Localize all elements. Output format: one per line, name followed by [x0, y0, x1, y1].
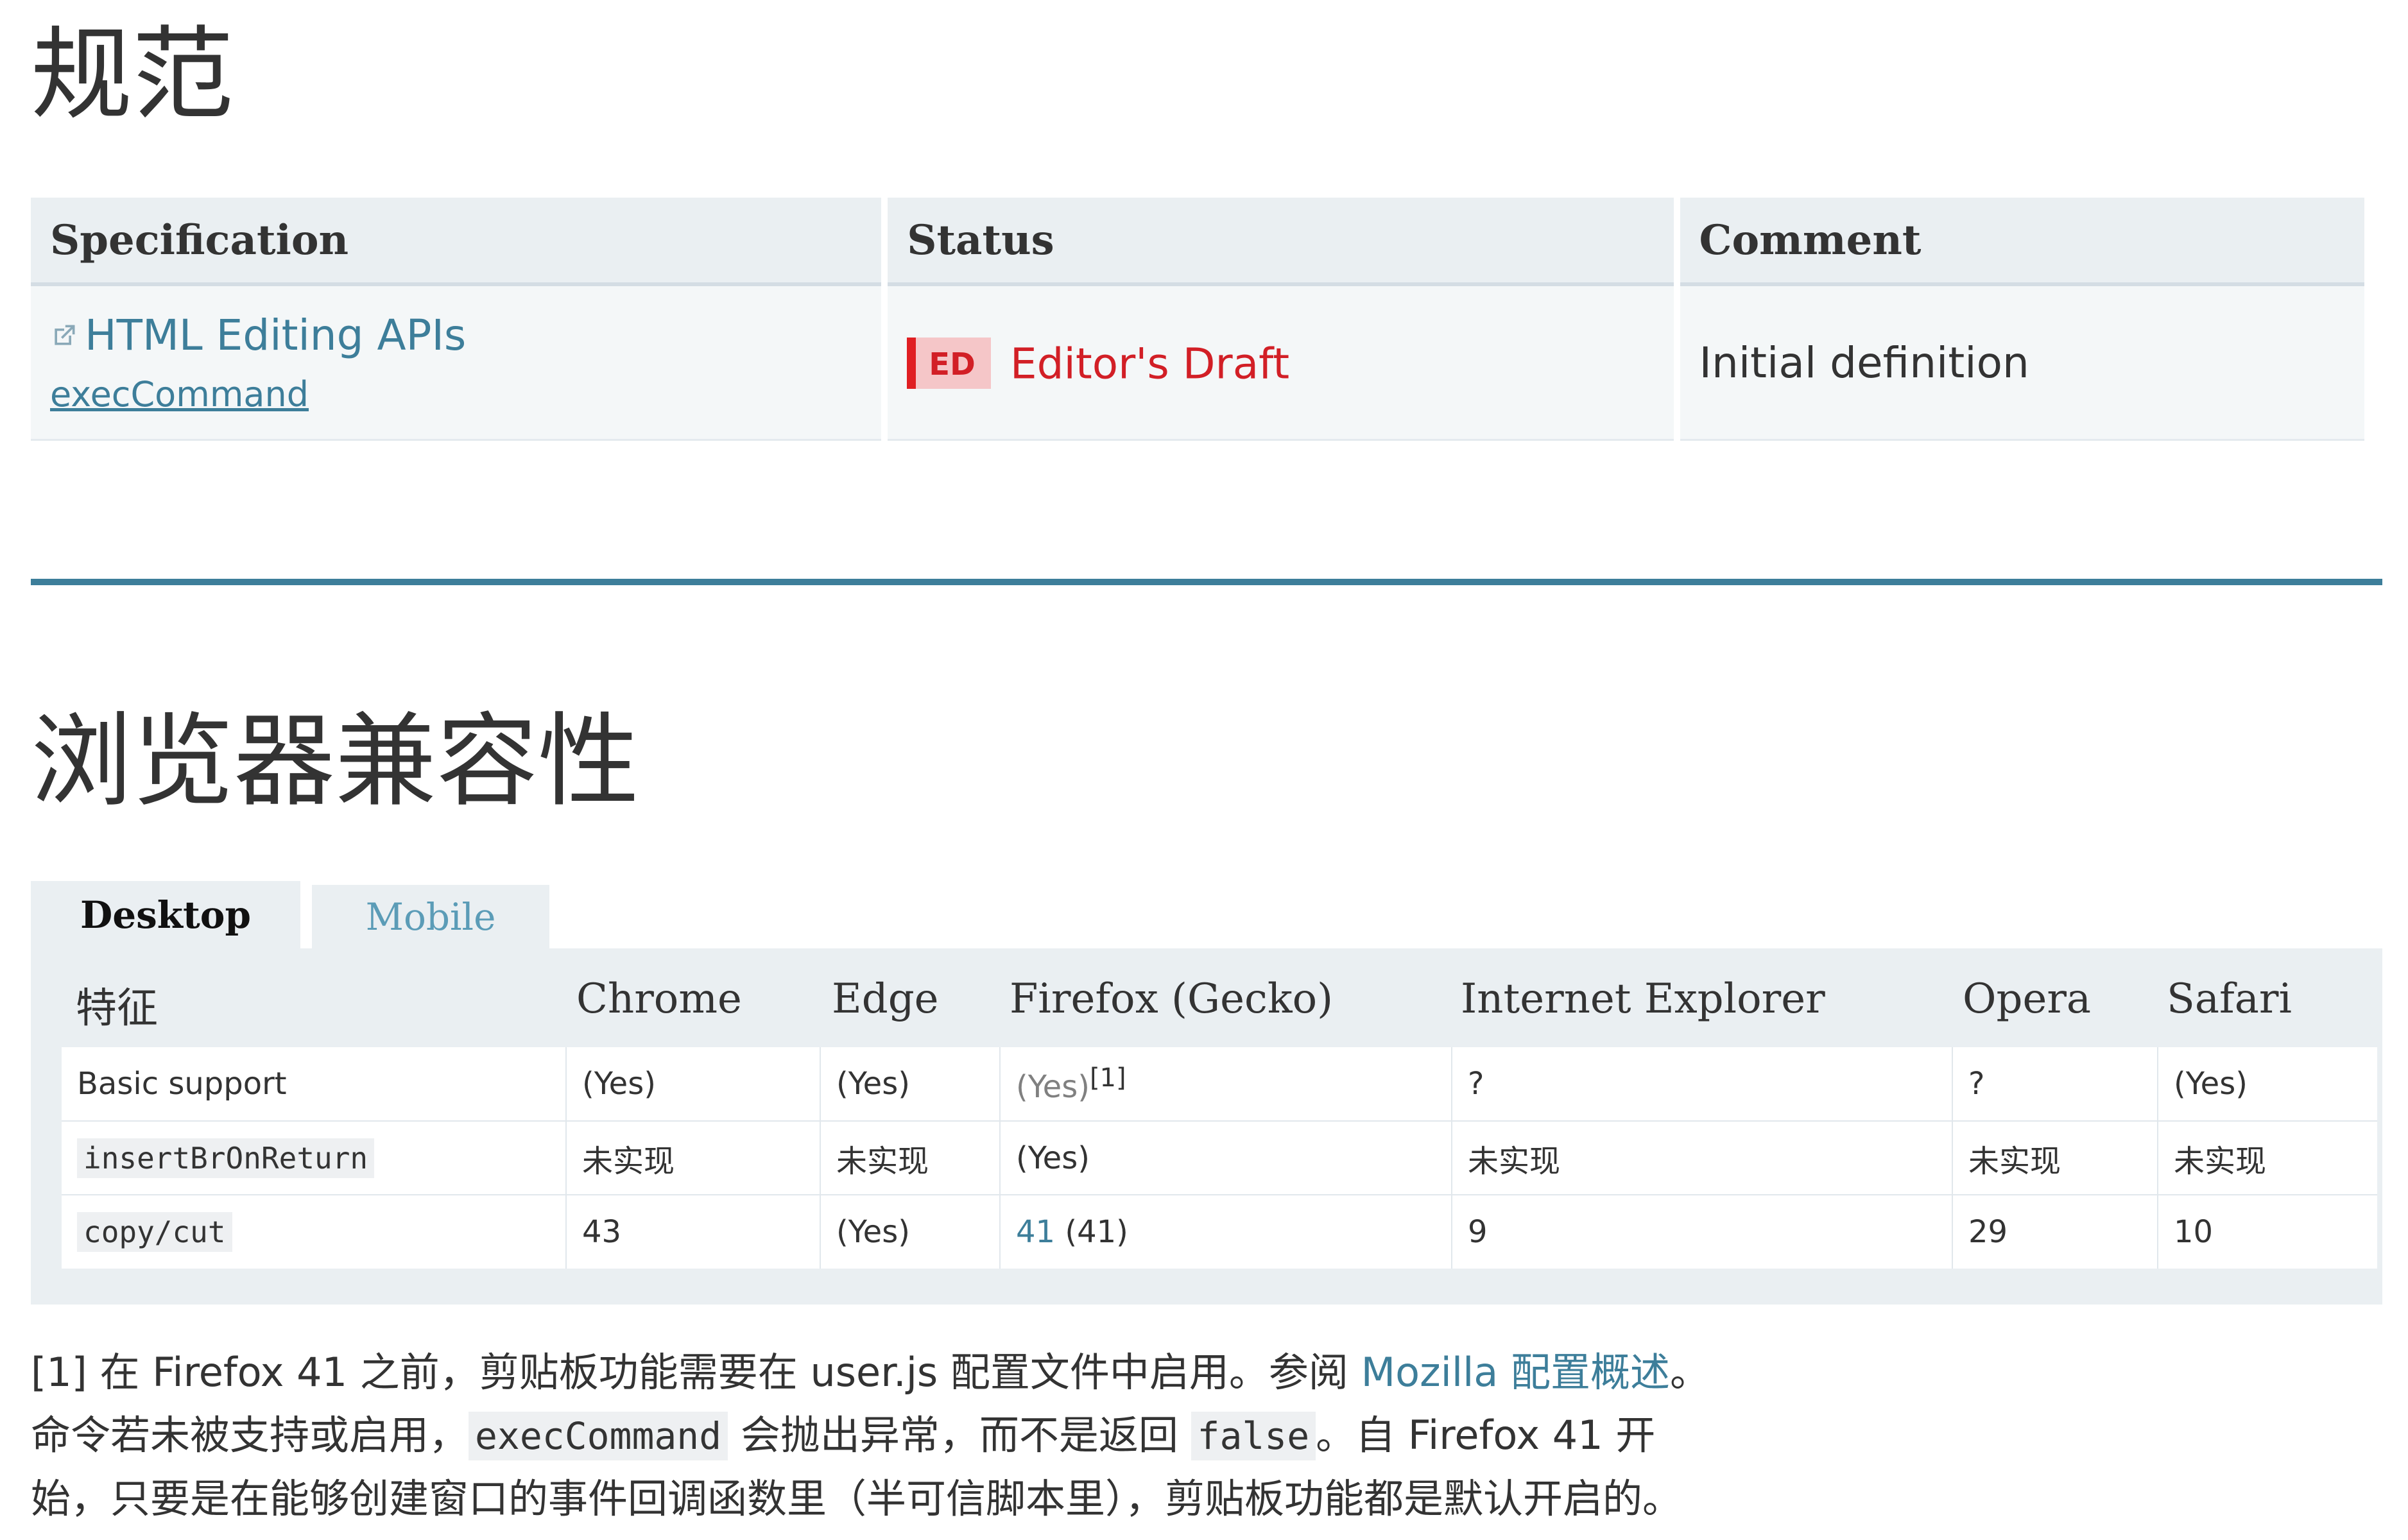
spec-cell-status: ED Editor's Draft	[888, 286, 1674, 441]
support-cell-ie: 9	[1452, 1195, 1953, 1269]
note-line-2: 命令若未被支持或启用， execCommand 会抛出异常，而不是返回 false…	[31, 1404, 2380, 1467]
spec-header-status: Status	[888, 198, 1674, 286]
note-text: [1] 在 Firefox 41 之前，剪贴板功能需要在 user.js 配置文…	[31, 1349, 1361, 1396]
support-cell-safari: 10	[2174, 1214, 2214, 1250]
external-link-icon	[55, 325, 75, 345]
table-row: Basic support (Yes) (Yes) (Yes)[1] ? ? (…	[62, 1047, 2377, 1122]
tab-mobile[interactable]: Mobile	[312, 885, 549, 949]
spec-table-header-row: Specification Status Comment	[31, 198, 2364, 286]
table-row: copy/cut 43 (Yes) 41 (41) 9 29 10	[62, 1195, 2377, 1269]
footnote-ref[interactable]: [1]	[1090, 1063, 1126, 1093]
firefox-version-link[interactable]: 41	[1016, 1214, 1055, 1250]
compat-header-safari: Safari	[2167, 975, 2292, 1023]
support-cell-chrome: 43	[566, 1195, 821, 1269]
spec-sublink[interactable]: execCommand	[50, 374, 862, 415]
support-cell-opera: ?	[1952, 1047, 2158, 1122]
feature-part: cut	[172, 1215, 226, 1249]
support-cell-opera: 未实现	[1952, 1121, 2158, 1195]
section-title-compat: 浏览器兼容性	[31, 703, 639, 821]
note-text: 命令若未被支持或启用，	[31, 1412, 469, 1459]
page: 规范 Specification Status Comment HTML Edi…	[0, 0, 2408, 1540]
compat-header-row: 特征 Chrome Edge Firefox (Gecko) Internet …	[31, 948, 2382, 1048]
support-cell-ie: 未实现	[1452, 1121, 1953, 1195]
feature-code: insertBrOnReturn	[77, 1138, 375, 1178]
status-text: Editor's Draft	[1010, 338, 1290, 388]
spec-cell-name: HTML Editing APIs execCommand	[31, 286, 882, 441]
compat-header-chrome: Chrome	[576, 975, 742, 1023]
feature-part: copy	[83, 1215, 155, 1249]
status-badge: ED	[907, 338, 991, 389]
support-cell-chrome: 未实现	[566, 1121, 821, 1195]
feature-separator: /	[154, 1215, 173, 1249]
spec-link-label: HTML Editing APIs	[85, 311, 467, 361]
support-cell-chrome: (Yes)	[566, 1047, 821, 1122]
support-cell-ie: ?	[1452, 1047, 1953, 1122]
support-value: (41)	[1055, 1214, 1128, 1250]
section-title-spec: 规范	[31, 16, 234, 134]
support-cell-firefox: (Yes)	[1000, 1121, 1452, 1195]
support-cell-firefox: 41 (41)	[1000, 1195, 1452, 1269]
feature-code: copy/cut	[77, 1212, 232, 1252]
spec-header-comment: Comment	[1680, 198, 2364, 286]
support-cell-safari: (Yes)	[2158, 1047, 2377, 1122]
section-divider	[31, 579, 2382, 585]
support-cell-edge: 未实现	[820, 1121, 1001, 1195]
feature-cell: insertBrOnReturn	[62, 1121, 567, 1195]
compat-header-opera: Opera	[1963, 975, 2092, 1023]
mozilla-prefs-link[interactable]: Mozilla 配置概述	[1361, 1349, 1670, 1396]
tab-desktop[interactable]: Desktop	[31, 881, 300, 949]
table-row: insertBrOnReturn 未实现 未实现 (Yes) 未实现 未实现 未…	[62, 1121, 2377, 1195]
spec-link[interactable]: HTML Editing APIs	[50, 311, 466, 360]
compat-table: Basic support (Yes) (Yes) (Yes)[1] ? ? (…	[62, 1047, 2377, 1269]
compat-panel: 特征 Chrome Edge Firefox (Gecko) Internet …	[31, 948, 2382, 1305]
support-cell-safari: 未实现	[2158, 1121, 2377, 1195]
compat-header-ie: Internet Explorer	[1461, 975, 1825, 1023]
inline-code: execCommand	[469, 1412, 728, 1460]
spec-cell-comment: Initial definition	[1680, 286, 2364, 441]
compat-header-feature: 特征	[76, 985, 158, 1032]
note-line-1: [1] 在 Firefox 41 之前，剪贴板功能需要在 user.js 配置文…	[31, 1341, 2380, 1404]
note-text: 会抛出异常，而不是返回	[728, 1412, 1191, 1459]
compat-header-edge: Edge	[832, 975, 939, 1023]
feature-cell: copy/cut	[62, 1195, 567, 1269]
compat-header-firefox: Firefox (Gecko)	[1010, 975, 1334, 1023]
spec-header-specification: Specification	[31, 198, 882, 286]
support-cell-edge: (Yes)	[820, 1195, 1001, 1269]
spec-table: Specification Status Comment HTML Editin…	[24, 198, 2371, 441]
spec-table-row: HTML Editing APIs execCommand ED Editor's…	[31, 286, 2364, 441]
support-value: (Yes)	[1016, 1068, 1090, 1105]
support-cell-opera: 29	[1952, 1195, 2158, 1269]
note-text: 。自 Firefox 41 开	[1316, 1412, 1656, 1459]
feature-cell: Basic support	[62, 1047, 567, 1122]
inline-code: false	[1191, 1412, 1316, 1460]
compat-notes: [1] 在 Firefox 41 之前，剪贴板功能需要在 user.js 配置文…	[31, 1341, 2380, 1530]
compat-tabs: Desktop Mobile	[31, 881, 549, 949]
note-text: 。	[1670, 1349, 1710, 1396]
support-cell-edge: (Yes)	[820, 1047, 1001, 1122]
note-line-3: 始，只要是在能够创建窗口的事件回调函数里（半可信脚本里），剪贴板功能都是默认开启…	[31, 1475, 1683, 1522]
support-cell-firefox: (Yes)[1]	[1000, 1047, 1452, 1122]
